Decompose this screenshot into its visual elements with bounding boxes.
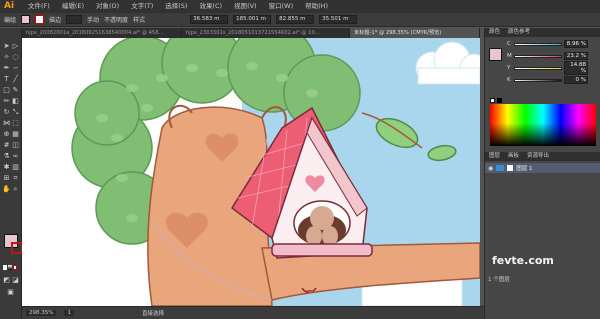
color-panel-tabs: 颜色 颜色参考 <box>485 28 600 37</box>
style-label[interactable]: 样式 <box>133 15 145 24</box>
menu-object[interactable]: 对象(O) <box>90 0 125 13</box>
menu-file[interactable]: 文件(F) <box>22 0 56 13</box>
pen-tool-icon[interactable]: ✒ <box>2 64 11 73</box>
layer-count: 1 个图层 <box>488 277 510 283</box>
menu-bar: Ai 文件(F) 编辑(E) 对象(O) 文字(T) 选择(S) 效果(C) 视… <box>0 0 600 13</box>
stroke-label: 描边 <box>49 17 62 24</box>
stroke-swatch[interactable] <box>35 15 45 24</box>
rotate-tool-icon[interactable]: ↻ <box>2 108 11 117</box>
magic-wand-icon[interactable]: ✧ <box>2 53 11 62</box>
tab-layers[interactable]: 图层 <box>485 152 504 161</box>
control-bar: 编组 描边 手动 不透明度 样式 36.583 m 185.001 m 82.8… <box>0 13 600 27</box>
slider-k[interactable]: K 0 % <box>507 76 599 84</box>
lasso-icon[interactable]: ◌ <box>11 53 20 62</box>
tab-artboards[interactable]: 画板 <box>504 152 523 161</box>
layer-name[interactable]: 图层 1 <box>516 164 532 172</box>
fill-swatch[interactable] <box>21 15 31 24</box>
color-mode-buttons <box>3 265 19 271</box>
tab-color-guide[interactable]: 颜色参考 <box>504 28 534 37</box>
stroke-weight-field[interactable] <box>66 15 83 24</box>
mesh-tool-icon[interactable]: # <box>2 141 11 150</box>
eyedropper-icon[interactable]: ⚗ <box>2 152 11 161</box>
y-field[interactable]: 185.001 m <box>233 15 272 24</box>
free-transform-icon[interactable]: ⬚ <box>11 119 20 128</box>
line-tool-icon[interactable]: ╱ <box>11 75 20 84</box>
black-swatch[interactable] <box>497 98 502 103</box>
menu-edit[interactable]: 编辑(E) <box>56 0 90 13</box>
tools-panel: ➤ ▷ ✧ ◌ ✒ ∽ T ╱ □ ✎ ✏ ◧ ↻ ⤡ ⋈ ⬚ ⊕ ▦ # ◫ … <box>0 28 23 319</box>
menu-view[interactable]: 视图(V) <box>228 0 263 13</box>
artboard-canvas[interactable] <box>22 38 480 306</box>
rectangle-tool-icon[interactable]: □ <box>2 86 11 95</box>
slider-c[interactable]: C 8.96 % <box>507 40 599 48</box>
color-panel-fill-swatch[interactable] <box>489 48 502 61</box>
layer-row[interactable]: ◉ 图层 1 <box>485 163 600 173</box>
document-tabs: hjpx_20082001a_201809251638540004.ai* @ … <box>22 28 480 38</box>
slider-y[interactable]: Y 14.88 % <box>507 61 599 75</box>
right-panels: 颜色 颜色参考 C 8.96 % M 23.2 % Y 14.88 % K 0 … <box>484 28 600 319</box>
x-field[interactable]: 36.583 m <box>190 15 229 24</box>
h-field[interactable]: 35.501 m <box>319 15 358 24</box>
type-tool-icon[interactable]: T <box>2 75 11 84</box>
eraser-icon[interactable]: ◧ <box>11 97 20 106</box>
artboard-tool-icon[interactable]: ⊞ <box>2 174 11 183</box>
symbol-sprayer-icon[interactable]: ✱ <box>2 163 11 172</box>
tab-document-1[interactable]: hjpx_20082001a_201809251638540004.ai* @ … <box>22 28 182 38</box>
blend-tool-icon[interactable]: ∞ <box>11 152 20 161</box>
slider-m[interactable]: M 23.2 % <box>507 52 599 60</box>
gradient-mode-icon[interactable] <box>8 265 12 270</box>
tab-color[interactable]: 颜色 <box>485 28 504 37</box>
brush-label: 手动 <box>87 17 100 24</box>
gradient-tool-icon[interactable]: ◫ <box>11 141 20 150</box>
zoom-tool-icon[interactable]: ⌕ <box>11 185 20 194</box>
menu-effect[interactable]: 效果(C) <box>193 0 228 13</box>
menu-select[interactable]: 选择(S) <box>159 0 193 13</box>
curvature-tool-icon[interactable]: ∽ <box>11 64 20 73</box>
layer-color-icon <box>496 165 505 171</box>
color-spectrum[interactable] <box>490 104 596 146</box>
draw-inside-icon[interactable]: ◪ <box>11 276 20 285</box>
perspective-grid-icon[interactable]: ▦ <box>11 130 20 139</box>
menu-help[interactable]: 帮助(H) <box>299 0 334 13</box>
current-tool-label: 直接选择 <box>141 311 164 317</box>
scale-tool-icon[interactable]: ⤡ <box>11 108 20 117</box>
screen-mode-icon[interactable]: ▣ <box>6 288 15 297</box>
app-logo: Ai <box>4 1 15 11</box>
opacity-label[interactable]: 不透明度 <box>104 15 128 24</box>
menu-window[interactable]: 窗口(W) <box>263 0 300 13</box>
hand-tool-icon[interactable]: ✋ <box>2 185 11 194</box>
white-swatch[interactable] <box>490 98 495 103</box>
status-bar: 298.35% 1 直接选择 <box>22 306 484 319</box>
width-tool-icon[interactable]: ⋈ <box>2 119 11 128</box>
graph-tool-icon[interactable]: ▥ <box>11 163 20 172</box>
selection-tool-icon[interactable]: ➤ <box>2 42 11 51</box>
selection-type-label: 编组 <box>4 17 17 24</box>
zoom-level[interactable]: 298.35% <box>26 310 57 316</box>
layer-thumbnail <box>507 165 514 171</box>
none-mode-icon[interactable] <box>13 265 17 270</box>
visibility-eye-icon[interactable]: ◉ <box>488 165 493 172</box>
draw-mode-icon[interactable]: ◩ <box>2 276 11 285</box>
menu-type[interactable]: 文字(T) <box>125 0 159 13</box>
tab-document-3[interactable]: 未标题-1* @ 298.35% (CMYK/预览) <box>350 28 480 38</box>
quick-swatches <box>490 98 596 103</box>
w-field[interactable]: 82.855 m <box>276 15 315 24</box>
slice-tool-icon[interactable]: ⌗ <box>11 174 20 183</box>
watermark: fevte.com <box>492 254 554 267</box>
tab-document-2[interactable]: hjpx_2303301s_2018051013721554602.ai* @ … <box>182 28 350 38</box>
direct-selection-tool-icon[interactable]: ▷ <box>11 42 20 51</box>
layers-panel-tabs: 图层 画板 资源导出 <box>485 152 600 161</box>
pencil-tool-icon[interactable]: ✏ <box>2 97 11 106</box>
tab-asset-export[interactable]: 资源导出 <box>523 152 553 161</box>
color-mode-icon[interactable] <box>3 265 7 270</box>
page-number[interactable]: 1 <box>64 310 74 316</box>
artwork-illustration <box>71 38 480 306</box>
paintbrush-icon[interactable]: ✎ <box>11 86 20 95</box>
shape-builder-icon[interactable]: ⊕ <box>2 130 11 139</box>
